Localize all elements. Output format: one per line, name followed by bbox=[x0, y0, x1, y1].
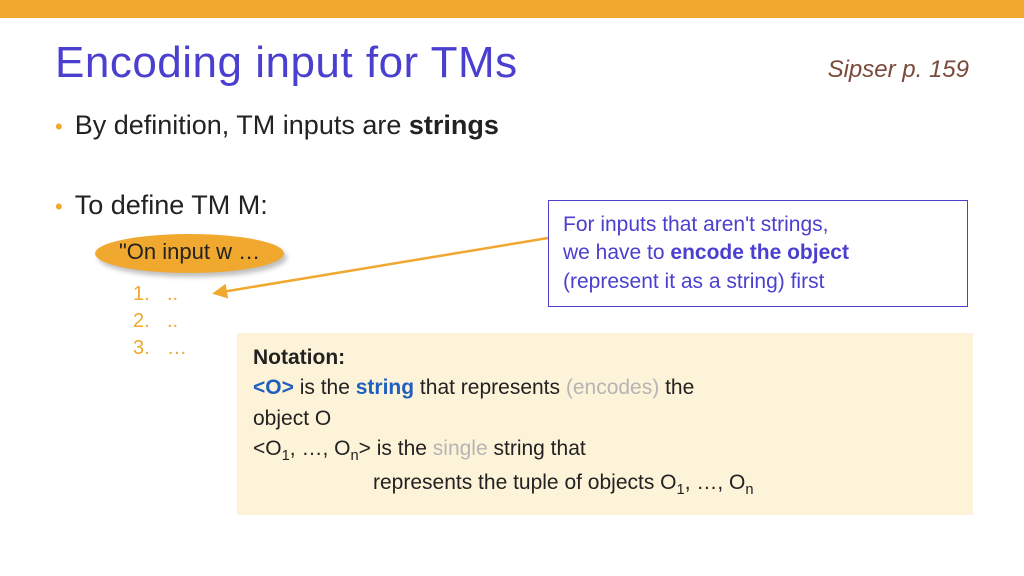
bullet-dot-icon: • bbox=[55, 190, 63, 224]
encode-callout: For inputs that aren't strings, we have … bbox=[548, 200, 968, 307]
bullet-dot-icon: • bbox=[55, 110, 63, 144]
page-reference: Sipser p. 159 bbox=[828, 56, 969, 84]
text-fragment: > is the bbox=[359, 437, 433, 460]
text-strong: strings bbox=[409, 110, 499, 140]
notation-line: <O> is the string that represents (encod… bbox=[253, 373, 957, 403]
arrow-icon bbox=[212, 238, 557, 308]
notation-line: object O bbox=[253, 404, 957, 434]
step-number: 2. bbox=[133, 310, 167, 333]
slide-content: Encoding input for TMs Sipser p. 159 • B… bbox=[0, 18, 1024, 360]
callout-line: we have to encode the object bbox=[563, 239, 953, 267]
text-fragment: , …, O bbox=[290, 437, 351, 460]
title-row: Encoding input for TMs Sipser p. 159 bbox=[55, 38, 969, 88]
text-fragment: <O bbox=[253, 437, 282, 460]
callout-line: (represent it as a string) first bbox=[563, 268, 953, 296]
text-fragment: , …, O bbox=[685, 471, 746, 494]
text-fragment: string that bbox=[488, 437, 586, 460]
notation-line: <O1, …, On> is the single string that bbox=[253, 434, 957, 468]
slide-title: Encoding input for TMs bbox=[55, 38, 518, 88]
notation-heading: Notation: bbox=[253, 343, 957, 373]
text-keyword: <O> bbox=[253, 376, 294, 399]
step-number: 3. bbox=[133, 337, 167, 360]
text-fragment: we have to bbox=[563, 241, 670, 264]
bullet-text: By definition, TM inputs are strings bbox=[75, 110, 499, 141]
text-fragment: that represents bbox=[414, 376, 566, 399]
text-strong: encode the object bbox=[670, 241, 849, 264]
bullet-text: To define TM M: bbox=[75, 190, 268, 221]
step-dots: .. bbox=[167, 310, 178, 332]
text-fragment: By definition, TM inputs are bbox=[75, 110, 409, 140]
text-fragment: is the bbox=[294, 376, 356, 399]
top-accent-bar bbox=[0, 0, 1024, 18]
text-faint: (encodes) bbox=[566, 376, 659, 399]
text-fragment: represents the tuple of objects O bbox=[373, 471, 677, 494]
text-keyword: string bbox=[356, 376, 414, 399]
subscript: n bbox=[350, 449, 358, 465]
step-item: 2... bbox=[133, 310, 969, 333]
callout-line: For inputs that aren't strings, bbox=[563, 211, 953, 239]
subscript: n bbox=[745, 482, 753, 498]
text-fragment: the bbox=[659, 376, 694, 399]
notation-line: represents the tuple of objects O1, …, O… bbox=[253, 468, 957, 502]
step-number: 1. bbox=[133, 283, 167, 306]
step-dots: … bbox=[167, 337, 187, 359]
subscript: 1 bbox=[677, 482, 685, 498]
bullet-item: • By definition, TM inputs are strings bbox=[55, 110, 969, 144]
subscript: 1 bbox=[282, 449, 290, 465]
text-faint: single bbox=[433, 437, 488, 460]
step-dots: .. bbox=[167, 283, 178, 305]
notation-box: Notation: <O> is the string that represe… bbox=[237, 333, 973, 515]
